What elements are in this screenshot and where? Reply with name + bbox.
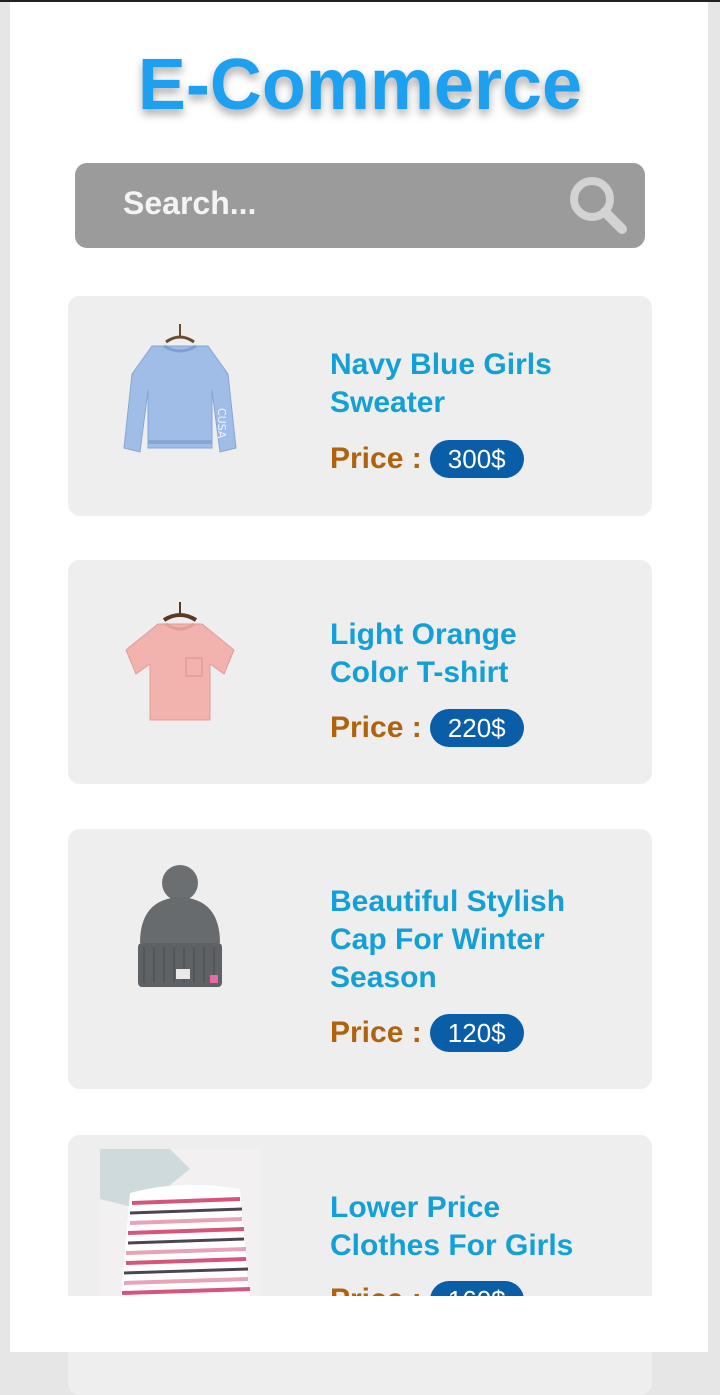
page-title: E-Commerce	[137, 45, 583, 125]
svg-text:CUSA: CUSA	[215, 408, 228, 439]
product-card[interactable]: Lower Price Clothes For Girls Price : 16…	[68, 1135, 652, 1395]
search-icon[interactable]	[566, 173, 630, 237]
price-label: Price :	[330, 711, 422, 744]
page-bottom	[10, 1296, 708, 1352]
winter-cap-image	[138, 865, 222, 987]
price-label: Price :	[330, 442, 422, 475]
sweater-image: CUSA	[123, 324, 237, 453]
search-input[interactable]: Search...	[123, 185, 256, 222]
price-row: Price : 300$	[330, 440, 524, 478]
price-row: Price : 120$	[330, 1014, 524, 1052]
product-name[interactable]: Lower Price Clothes For Girls	[330, 1189, 590, 1265]
price-badge: 220$	[429, 709, 524, 747]
product-card[interactable]: Light Orange Color T-shirt Price : 220$	[68, 560, 652, 784]
product-name[interactable]: Navy Blue Girls Sweater	[330, 346, 590, 422]
t-shirt-image	[125, 602, 235, 721]
product-name[interactable]: Light Orange Color T-shirt	[330, 616, 590, 692]
price-badge: 120$	[429, 1014, 524, 1052]
price-label: Price :	[330, 1016, 422, 1049]
price-row: Price : 220$	[330, 709, 524, 747]
product-card[interactable]: Beautiful Stylish Cap For Winter Season …	[68, 829, 652, 1089]
product-card[interactable]: CUSA Navy Blue Girls Sweater Price : 300…	[68, 296, 652, 516]
price-badge: 300$	[429, 440, 524, 478]
striped-top-image	[100, 1149, 260, 1319]
search-bar[interactable]: Search...	[75, 163, 645, 248]
product-name[interactable]: Beautiful Stylish Cap For Winter Season	[330, 883, 590, 997]
